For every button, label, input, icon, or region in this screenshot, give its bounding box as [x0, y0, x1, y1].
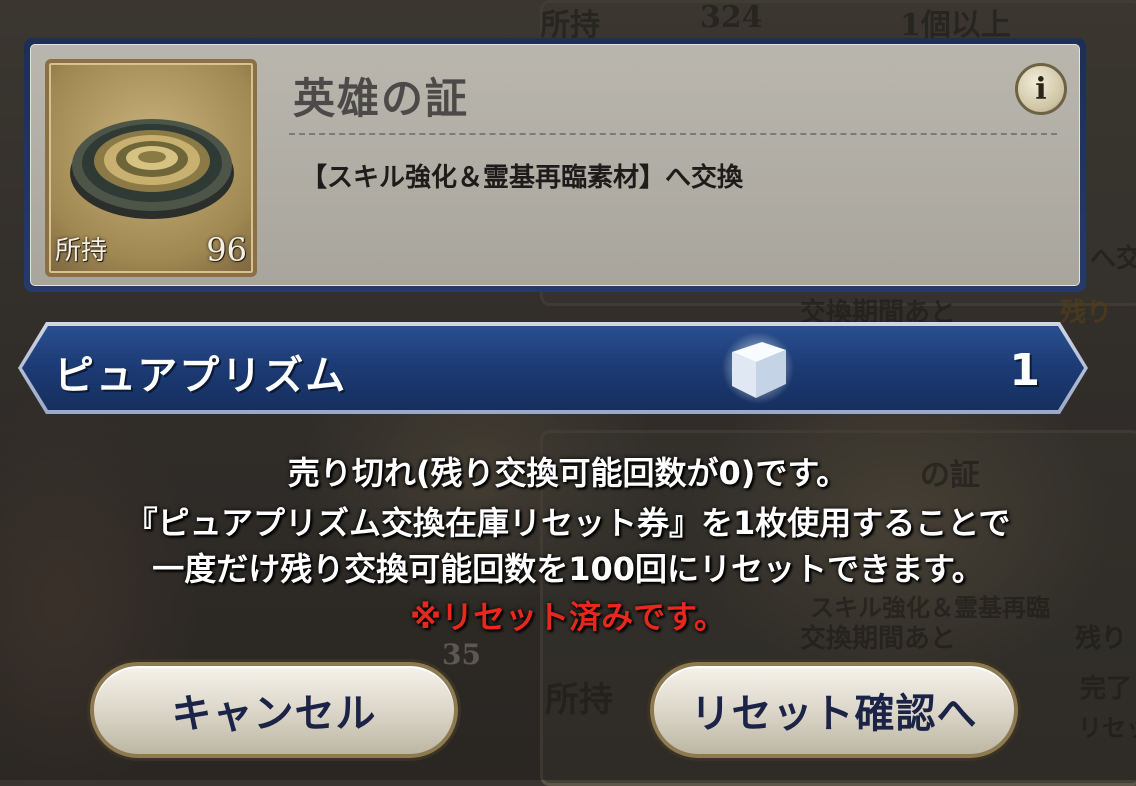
hero-proof-medal-icon: [70, 119, 234, 219]
item-card: 所持 96 英雄の証 【スキル強化＆霊基再臨素材】へ交換 i: [24, 38, 1086, 292]
info-button[interactable]: i: [1015, 63, 1067, 115]
owned-count: 96: [206, 231, 247, 269]
cancel-button[interactable]: キャンセル: [90, 662, 458, 758]
item-card-body: 所持 96 英雄の証 【スキル強化＆霊基再臨素材】へ交換 i: [30, 44, 1080, 286]
pure-prism-icon: [722, 332, 794, 404]
currency-name: ピュアプリズム: [54, 353, 348, 399]
exchange-cost: 1: [1009, 345, 1040, 396]
item-thumbnail: 所持 96: [45, 59, 257, 277]
divider: [289, 133, 1057, 135]
reset-warning: ※リセット済みです。: [410, 598, 726, 636]
reset-description: 一度だけ残り交換可能回数を100回にリセットできます。: [152, 550, 984, 588]
reset-confirm-button-label: リセット確認へ: [690, 691, 978, 737]
reset-confirm-button[interactable]: リセット確認へ: [650, 662, 1018, 758]
reset-ticket-message: 『ピュアプリズム交換在庫リセット券』を1枚使用することで: [125, 504, 1011, 542]
owned-label: 所持: [55, 236, 108, 266]
soldout-message: 売り切れ(残り交換可能回数が0)です。: [287, 454, 849, 492]
item-name: 英雄の証: [293, 74, 470, 123]
info-icon: i: [1035, 71, 1047, 107]
item-description: 【スキル強化＆霊基再臨素材】へ交換: [301, 163, 744, 193]
cancel-button-label: キャンセル: [171, 691, 377, 737]
